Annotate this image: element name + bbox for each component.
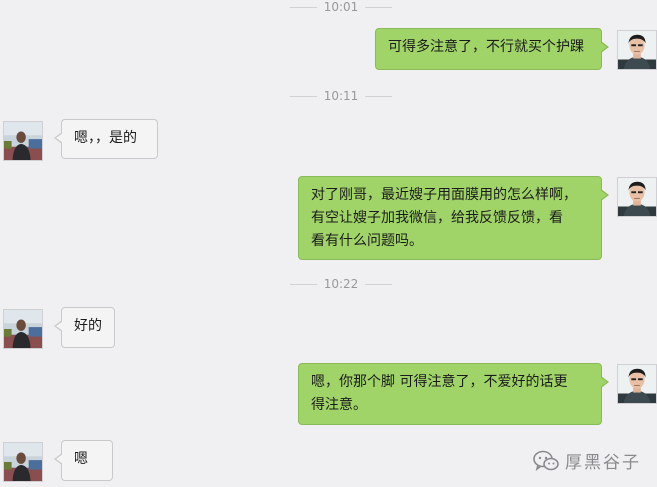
- message-text: 嗯，，是的: [74, 130, 137, 146]
- avatar[interactable]: [617, 364, 657, 404]
- friend-avatar-image: [4, 122, 42, 160]
- outgoing-message-bubble[interactable]: 嗯，你那个脚 可得注意了，不爱好的话更 得注意。: [298, 363, 609, 425]
- divider-line: [365, 283, 392, 285]
- timestamp-text: 10:11: [323, 89, 359, 103]
- avatar[interactable]: [3, 442, 43, 482]
- timestamp-text: 10:22: [323, 277, 359, 291]
- divider-line: [290, 283, 317, 285]
- self-avatar-image: [618, 31, 656, 69]
- timestamp-text: 10:01: [323, 0, 359, 14]
- timestamp-divider: 10:22: [290, 276, 392, 292]
- self-avatar-image: [618, 365, 656, 403]
- message-text: 嗯: [74, 451, 88, 467]
- divider-line: [365, 95, 392, 97]
- outgoing-message-bubble[interactable]: 对了刚哥，最近嫂子用面膜用的怎么样啊， 有空让嫂子加我微信，给我反馈反馈，看 看…: [298, 176, 609, 260]
- message-line: 对了刚哥，最近嫂子用面膜用的怎么样啊，: [311, 187, 577, 203]
- self-avatar-image: [618, 178, 656, 216]
- message-line: 嗯，你那个脚 可得注意了，不爱好的话更: [311, 374, 568, 390]
- divider-line: [365, 6, 392, 8]
- message-line: 得注意。: [311, 397, 367, 413]
- avatar[interactable]: [3, 121, 43, 161]
- incoming-message-bubble[interactable]: 嗯，，是的: [54, 119, 158, 159]
- friend-avatar-image: [4, 310, 42, 348]
- friend-avatar-image: [4, 443, 42, 481]
- watermark: 厚黑谷子: [533, 448, 641, 473]
- avatar[interactable]: [617, 30, 657, 70]
- message-line: 看有什么问题吗。: [311, 233, 423, 249]
- message-line: 有空让嫂子加我微信，给我反馈反馈，看: [311, 210, 563, 226]
- incoming-message-bubble[interactable]: 嗯: [54, 440, 113, 481]
- avatar[interactable]: [3, 309, 43, 349]
- divider-line: [290, 95, 317, 97]
- avatar[interactable]: [617, 177, 657, 217]
- timestamp-divider: 10:11: [290, 88, 392, 104]
- watermark-text: 厚黑谷子: [565, 453, 641, 473]
- divider-line: [290, 6, 317, 8]
- message-text: 可得多注意了，不行就买个护踝: [388, 39, 584, 55]
- message-text: 好的: [74, 318, 102, 334]
- incoming-message-bubble[interactable]: 好的: [54, 307, 115, 348]
- wechat-icon: [533, 450, 559, 471]
- outgoing-message-bubble[interactable]: 可得多注意了，不行就买个护踝: [375, 28, 609, 70]
- timestamp-divider: 10:01: [290, 0, 392, 15]
